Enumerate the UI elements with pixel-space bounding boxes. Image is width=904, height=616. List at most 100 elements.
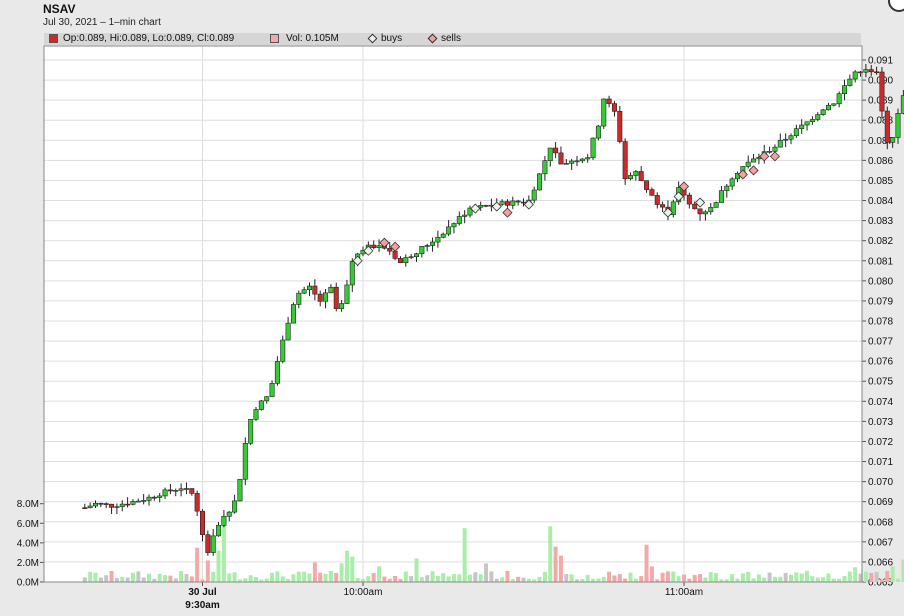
candle-body xyxy=(622,141,628,180)
volume-bar xyxy=(815,577,820,582)
candle-body xyxy=(831,103,837,106)
volume-bar xyxy=(660,572,665,582)
candle-body xyxy=(456,216,462,224)
volume-bar xyxy=(879,579,884,582)
candle-body xyxy=(558,152,564,165)
candle-body xyxy=(804,121,810,126)
candle-body xyxy=(751,158,757,163)
volume-bar xyxy=(216,550,221,582)
volume-bar xyxy=(682,574,686,582)
volume-bar xyxy=(676,576,681,582)
volume-bar xyxy=(248,575,253,582)
candle-body xyxy=(349,261,355,286)
candle-body xyxy=(660,204,666,208)
volume-bar xyxy=(184,573,189,582)
volume-bar xyxy=(794,572,799,582)
volume-bar xyxy=(435,575,440,582)
candle-body xyxy=(248,419,254,444)
price-tick-label: 0.069 xyxy=(868,497,893,508)
candle-body xyxy=(93,502,99,507)
volume-bar xyxy=(740,573,745,582)
candle-body xyxy=(611,103,617,112)
candle-body xyxy=(654,195,660,205)
candle-body xyxy=(515,200,521,203)
volume-bar xyxy=(339,563,344,582)
candle-body xyxy=(285,322,291,341)
candle-body xyxy=(274,361,280,384)
volume-bar xyxy=(350,556,355,582)
candle-body xyxy=(585,157,591,160)
volume-bar xyxy=(382,576,387,582)
candle-body xyxy=(542,160,548,175)
candle-body xyxy=(167,489,173,492)
candle-body xyxy=(627,175,633,180)
volume-bar xyxy=(221,520,226,582)
price-tick-label: 0.079 xyxy=(868,296,893,307)
price-tick-label: 0.072 xyxy=(868,437,893,448)
candle-body xyxy=(702,211,708,215)
candle-body xyxy=(478,205,484,208)
candle-body xyxy=(119,503,125,507)
volume-bar xyxy=(714,572,719,582)
volume-bar xyxy=(617,574,622,582)
candle-body xyxy=(601,98,607,127)
volume-bar xyxy=(665,571,670,582)
volume-bar xyxy=(98,577,103,582)
candle-body xyxy=(82,507,88,510)
candle-body xyxy=(847,78,853,86)
candle-body xyxy=(141,500,147,502)
candle-body xyxy=(820,109,826,115)
candle-body xyxy=(205,534,211,553)
volume-bar xyxy=(767,572,772,582)
volume-bar xyxy=(425,575,430,582)
volume-bar xyxy=(853,567,858,582)
candle-body xyxy=(424,245,430,247)
candle-body xyxy=(146,496,152,501)
volume-bar xyxy=(585,574,590,582)
candle-body xyxy=(879,71,885,112)
candle-body xyxy=(264,396,270,402)
candle-body xyxy=(232,500,238,513)
price-tick-label: 0.086 xyxy=(868,156,893,167)
price-tick-label: 0.067 xyxy=(868,537,893,548)
candle-body xyxy=(633,171,639,176)
candle-body xyxy=(708,207,714,213)
candle-body xyxy=(617,111,623,142)
candle-body xyxy=(547,147,553,162)
volume-bar xyxy=(307,573,312,582)
volume-tick-label: 6.0M xyxy=(17,519,39,530)
volume-bar xyxy=(280,576,285,582)
candle-body xyxy=(510,200,516,206)
candle-body xyxy=(553,147,559,154)
price-tick-label: 0.085 xyxy=(868,176,893,187)
volume-bar xyxy=(596,578,601,582)
price-volume-chart[interactable]: 0.0910.0900.0890.0880.0870.0860.0850.084… xyxy=(0,0,904,616)
volume-bar xyxy=(173,578,178,582)
candle-body xyxy=(563,163,569,165)
volume-bar xyxy=(821,577,826,582)
volume-bar xyxy=(505,570,510,582)
volume-bar xyxy=(419,577,424,582)
volume-bar xyxy=(302,571,307,582)
candle-body xyxy=(408,256,414,259)
candle-body xyxy=(783,138,789,141)
volume-bar xyxy=(628,572,633,582)
volume-tick-label: 8.0M xyxy=(17,499,39,510)
volume-bar xyxy=(468,574,472,582)
volume-bar xyxy=(789,574,793,582)
volume-bar xyxy=(457,574,462,582)
candle-body xyxy=(686,194,692,205)
candle-body xyxy=(301,289,307,294)
volume-bar xyxy=(703,577,708,582)
price-tick-label: 0.071 xyxy=(868,457,893,468)
volume-bar xyxy=(548,526,553,582)
price-tick-label: 0.083 xyxy=(868,216,893,227)
candle-body xyxy=(777,139,783,148)
candle-body xyxy=(413,253,419,258)
candle-body xyxy=(724,185,730,191)
candle-body xyxy=(745,161,751,167)
candle-body xyxy=(504,201,510,206)
volume-bar xyxy=(810,576,815,582)
candle-body xyxy=(649,189,655,196)
volume-bar xyxy=(542,571,547,582)
